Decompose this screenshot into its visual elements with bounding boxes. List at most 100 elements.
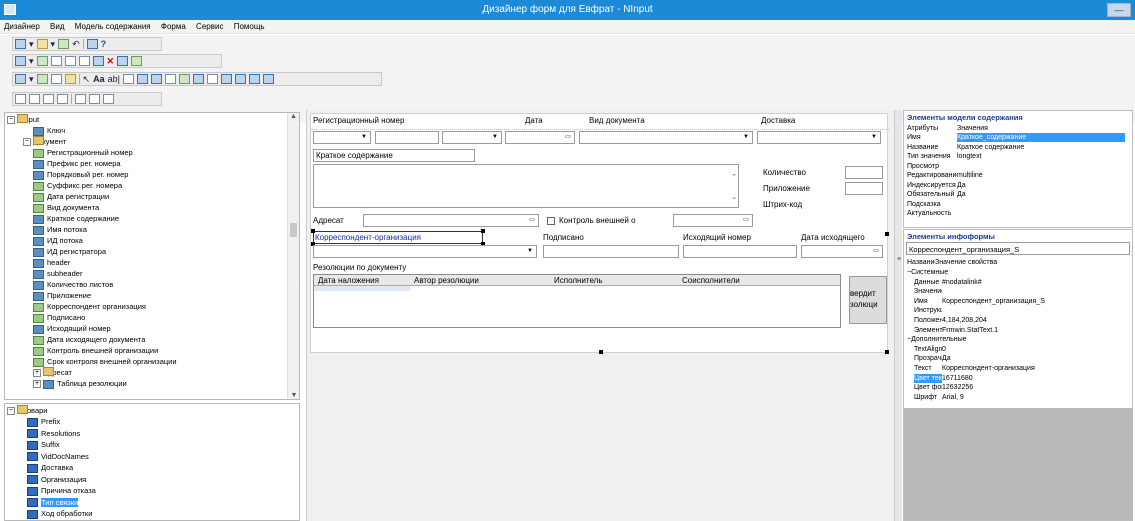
property-row[interactable]: Цвет текста16711680 bbox=[914, 373, 973, 384]
button-control-icon[interactable] bbox=[122, 74, 134, 84]
menu-help[interactable]: Помощь bbox=[230, 20, 269, 33]
property-row[interactable]: TextAlign0 bbox=[914, 345, 946, 355]
dropdown-arrow-icon[interactable]: ▾ bbox=[29, 56, 34, 67]
property-row[interactable]: Подсказка bbox=[907, 200, 957, 209]
tree-item[interactable]: Вид документа bbox=[33, 202, 99, 213]
align-left-icon[interactable] bbox=[15, 94, 26, 104]
grid-control-icon[interactable] bbox=[248, 74, 260, 84]
resize-handle[interactable] bbox=[481, 229, 485, 233]
resolutions-table[interactable]: Дата наложения Автор резолюции Исполните… bbox=[313, 274, 841, 328]
signed-field[interactable] bbox=[543, 245, 679, 258]
dictionary-item[interactable]: Доставка bbox=[27, 462, 73, 473]
expand-icon[interactable]: + bbox=[33, 369, 41, 378]
tab-control-icon[interactable] bbox=[206, 74, 218, 84]
property-value[interactable]: 0 bbox=[942, 346, 946, 353]
form-resize-handle[interactable] bbox=[885, 350, 889, 354]
tree-item[interactable]: Дата исходящего документа bbox=[33, 334, 145, 345]
new-icon[interactable] bbox=[15, 39, 26, 49]
property-row[interactable]: Обязательный Да bbox=[907, 190, 966, 199]
menu-view[interactable]: Вид bbox=[46, 20, 68, 33]
align-top-icon[interactable] bbox=[43, 94, 54, 104]
form-resize-handle[interactable] bbox=[599, 350, 603, 354]
text-label-icon[interactable]: Aa bbox=[93, 74, 105, 84]
splitter-grip-icon[interactable]: ≡ bbox=[895, 256, 903, 263]
tree-item[interactable]: Дата регистрации bbox=[33, 191, 109, 202]
property-row[interactable]: Тип значения longtext bbox=[907, 152, 982, 161]
undo-icon[interactable]: ↶ bbox=[72, 39, 80, 50]
delete-icon[interactable]: ✕ bbox=[107, 56, 115, 67]
property-row[interactable]: Положение4,184,208,204 bbox=[914, 316, 987, 326]
window-icon[interactable] bbox=[117, 56, 129, 66]
property-row[interactable]: Инструкция bbox=[914, 306, 942, 316]
tree-item[interactable]: + Таблица резолюции bbox=[33, 378, 127, 389]
property-value[interactable]: Да bbox=[942, 355, 951, 362]
property-value[interactable]: 16711680 bbox=[942, 375, 973, 382]
outgoing-number-field[interactable] bbox=[683, 245, 797, 258]
dictionary-item[interactable]: Resolutions bbox=[27, 428, 80, 439]
property-row[interactable]: Значение bbox=[914, 287, 942, 297]
scroll-down-icon[interactable]: ▼ bbox=[288, 392, 299, 399]
property-value[interactable]: multiline bbox=[957, 172, 983, 179]
dropdown-arrow-icon[interactable]: ▾ bbox=[51, 39, 56, 50]
tree-scrollbar[interactable]: ▲ ▼ bbox=[287, 113, 299, 399]
property-value[interactable]: 4,184,208,204 bbox=[942, 317, 987, 324]
approve-button[interactable]: вердит золюци bbox=[849, 276, 887, 324]
group-control-icon[interactable] bbox=[262, 74, 274, 84]
tree-item[interactable]: header bbox=[33, 257, 70, 268]
property-row[interactable]: ИндексируетсяДа bbox=[907, 181, 966, 190]
property-row[interactable]: Название Краткое содержание bbox=[907, 143, 1024, 152]
dropdown-arrow-icon[interactable]: ▼ bbox=[524, 246, 536, 257]
property-value[interactable]: Краткое содержание bbox=[957, 144, 1024, 151]
same-width-icon[interactable] bbox=[75, 94, 86, 104]
frame-control-icon[interactable] bbox=[164, 74, 176, 84]
property-row[interactable]: Редактированиеmultiline bbox=[907, 171, 983, 180]
help-icon[interactable]: ? bbox=[101, 39, 107, 49]
tree-item[interactable]: Срок контроля внешней организации bbox=[33, 356, 177, 367]
dropdown-arrow-icon[interactable]: ▼ bbox=[489, 132, 501, 143]
property-row[interactable]: ЭлементFrmwin.StatText.1 bbox=[914, 326, 998, 336]
quantity-field[interactable] bbox=[845, 166, 883, 179]
reg-prefix-field[interactable]: ▼ bbox=[313, 131, 371, 144]
tree-root[interactable]: − NInput bbox=[7, 114, 39, 125]
tree-item[interactable]: Порядковый рег. номер bbox=[33, 169, 128, 180]
tree-item[interactable]: − Документ bbox=[23, 136, 66, 147]
property-group[interactable]: −Системные bbox=[907, 268, 948, 278]
resize-handle[interactable] bbox=[311, 229, 315, 233]
save-form-icon[interactable] bbox=[36, 56, 48, 66]
listview-control-icon[interactable] bbox=[234, 74, 246, 84]
property-row[interactable]: Просмотр bbox=[907, 162, 957, 171]
dictionary-item[interactable]: Ход обработки bbox=[27, 508, 92, 519]
tree-item[interactable]: Префикс рег. номера bbox=[33, 158, 121, 169]
control-checkbox[interactable] bbox=[547, 217, 555, 225]
property-value[interactable]: 12632256 bbox=[942, 384, 973, 391]
scroll-up-icon[interactable]: ▲ bbox=[288, 113, 299, 120]
property-row[interactable]: Текст Корреспондент-организация bbox=[914, 364, 1035, 374]
select-button[interactable]: ▭ bbox=[526, 215, 538, 226]
align-bottom-icon[interactable] bbox=[57, 94, 68, 104]
list-icon[interactable] bbox=[64, 56, 76, 66]
tree-item[interactable]: Исходящий номер bbox=[33, 323, 111, 334]
save-layout-icon[interactable] bbox=[36, 74, 48, 84]
outgoing-date-field[interactable]: ▭ bbox=[801, 245, 883, 258]
tree-item[interactable]: Краткое содержание bbox=[33, 213, 119, 224]
scroll-down-icon[interactable]: ⌄ bbox=[731, 193, 737, 201]
panel-splitter[interactable]: ≡ bbox=[894, 110, 902, 521]
minimize-button[interactable]: — bbox=[1107, 3, 1131, 17]
dictionary-item[interactable]: Suffix bbox=[27, 439, 60, 450]
tree-item[interactable]: Подписано bbox=[33, 312, 85, 323]
same-size-icon[interactable] bbox=[103, 94, 114, 104]
dictionary-item[interactable]: Тип связки bbox=[27, 497, 79, 508]
property-row[interactable]: ПрозрачныйДа bbox=[914, 354, 951, 364]
dropdown-arrow-icon[interactable]: ▼ bbox=[740, 132, 752, 143]
save-icon[interactable] bbox=[58, 39, 70, 49]
dropdown-arrow-icon[interactable]: ▾ bbox=[29, 74, 34, 85]
property-row[interactable]: Данные #nodatalink# bbox=[914, 278, 982, 288]
scroll-up-icon[interactable]: ⌃ bbox=[731, 173, 737, 181]
table-icon[interactable] bbox=[50, 56, 62, 66]
tree-item[interactable]: Приложение bbox=[33, 290, 91, 301]
property-row[interactable]: Актуальность bbox=[907, 209, 957, 218]
tree-item[interactable]: Имя потока bbox=[33, 224, 87, 235]
property-value[interactable]: Краткое_содержание bbox=[957, 133, 1125, 142]
summary-label-box[interactable]: Краткое содержание bbox=[313, 149, 475, 162]
align-right-icon[interactable] bbox=[29, 94, 40, 104]
